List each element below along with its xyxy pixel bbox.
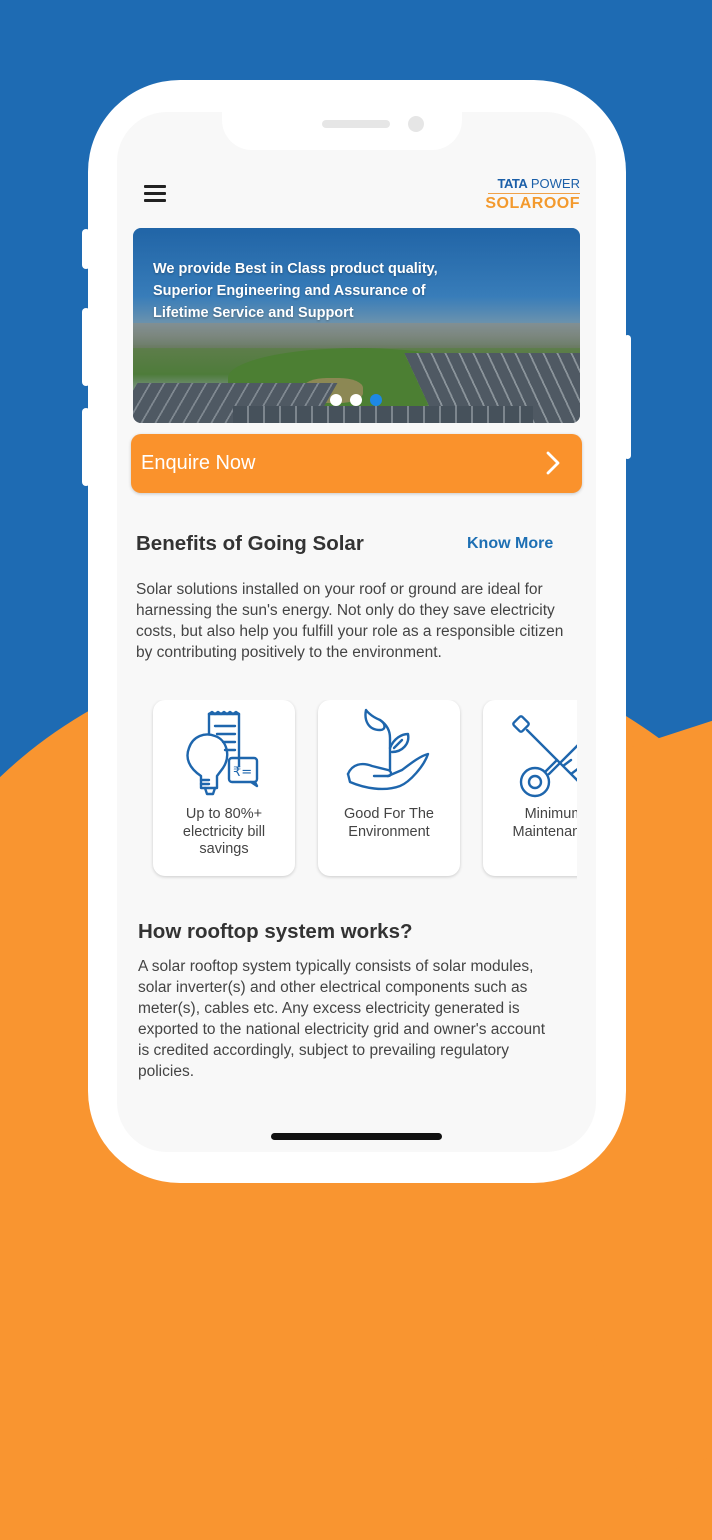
logo-top-line: TATA POWER	[484, 176, 580, 192]
carousel-dot[interactable]	[350, 394, 362, 406]
benefit-card-label: Up to 80%+ electricity bill savings	[182, 806, 266, 857]
home-indicator[interactable]	[271, 1133, 442, 1140]
phone-side-button	[82, 408, 90, 486]
enquire-now-button[interactable]: Enquire Now	[131, 434, 582, 493]
benefit-card-savings[interactable]: ₹= Up to 80%+ electricity bill savings	[153, 700, 295, 876]
tata-power-solaroof-logo: TATA POWER SOLAROOF	[484, 176, 580, 213]
tools-icon	[512, 715, 577, 798]
how-it-works-title: How rooftop system works?	[138, 920, 413, 943]
phone-speaker	[322, 120, 390, 128]
benefit-card-environment[interactable]: Good For The Environment	[318, 700, 460, 876]
logo-power: POWER	[530, 176, 580, 191]
phone-notch	[222, 80, 462, 150]
benefits-title: Benefits of Going Solar	[136, 532, 364, 555]
carousel-dot[interactable]	[330, 394, 342, 406]
hero-banner-carousel[interactable]: We provide Best in Class product quality…	[133, 228, 580, 423]
svg-text:₹=: ₹=	[233, 765, 252, 780]
plant-hand-icon	[346, 708, 430, 791]
logo-solaroof: SOLAROOF	[485, 195, 580, 212]
hamburger-menu-icon[interactable]	[144, 185, 166, 203]
phone-side-button	[624, 335, 631, 459]
know-more-link[interactable]: Know More	[467, 535, 553, 553]
benefit-card-maintenance[interactable]: Minimum Maintenance	[483, 700, 577, 876]
carousel-dots	[330, 394, 382, 406]
chevron-right-icon	[546, 451, 560, 475]
phone-camera	[408, 116, 424, 132]
phone-side-button	[82, 308, 90, 386]
carousel-dot-active[interactable]	[370, 394, 382, 406]
logo-tata: TATA	[497, 176, 528, 191]
benefits-description: Solar solutions installed on your roof o…	[136, 581, 564, 661]
bulb-bill-icon: ₹=	[186, 710, 259, 796]
benefits-cards-carousel[interactable]: ₹= Up to 80%+ electricity bill savings G…	[145, 700, 577, 885]
banner-solar-panels-bottom	[233, 406, 533, 423]
enquire-now-label: Enquire Now	[141, 452, 256, 474]
banner-buildings	[133, 323, 580, 348]
benefit-card-label: Good For The Environment	[343, 806, 434, 840]
benefit-card-label: Minimum Maintenance	[512, 806, 577, 840]
phone-side-button	[82, 229, 90, 269]
banner-text: We provide Best in Class product quality…	[153, 261, 438, 321]
logo-divider	[488, 193, 580, 194]
how-it-works-description: A solar rooftop system typically consist…	[138, 958, 546, 1080]
